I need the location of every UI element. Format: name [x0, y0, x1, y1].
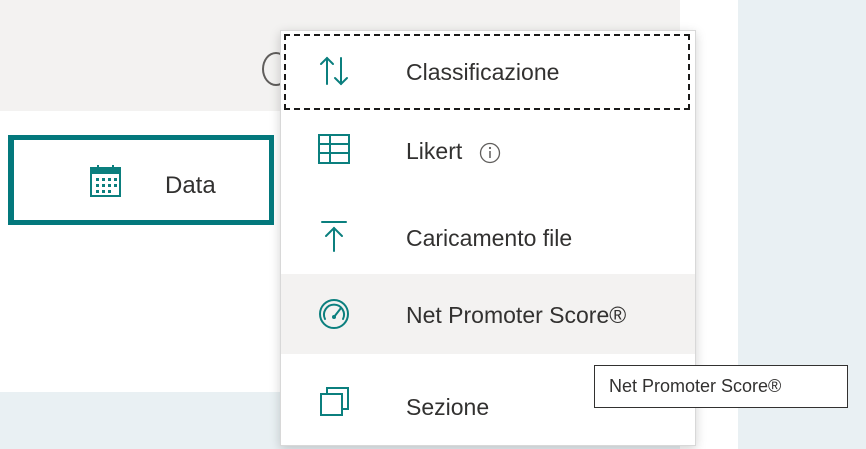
menu-item-net-promoter-score[interactable]: Net Promoter Score®	[281, 274, 695, 354]
grid-table-icon	[318, 134, 350, 164]
menu-item-label: Caricamento file	[406, 225, 573, 251]
tooltip: Net Promoter Score®	[594, 365, 848, 408]
sort-arrows-icon	[320, 56, 348, 86]
date-question-label: Data	[165, 172, 216, 199]
calendar-icon	[90, 165, 121, 197]
gauge-icon	[319, 299, 349, 329]
menu-item-label: Classificazione	[406, 59, 560, 85]
menu-item-label: Net Promoter Score®	[406, 302, 627, 328]
menu-item-label: Likert	[406, 138, 463, 164]
section-copy-icon	[320, 387, 349, 416]
menu-item-classificazione[interactable]: Classificazione	[281, 31, 695, 111]
menu-item-caricamento-file[interactable]: Caricamento file	[281, 198, 695, 278]
date-question-button[interactable]: Data	[8, 135, 274, 225]
upload-icon	[321, 221, 347, 252]
info-icon[interactable]	[479, 142, 501, 164]
menu-item-label-wrap: Likert	[406, 138, 501, 165]
menu-item-likert[interactable]: Likert	[281, 117, 695, 197]
menu-item-label: Sezione	[406, 394, 490, 420]
